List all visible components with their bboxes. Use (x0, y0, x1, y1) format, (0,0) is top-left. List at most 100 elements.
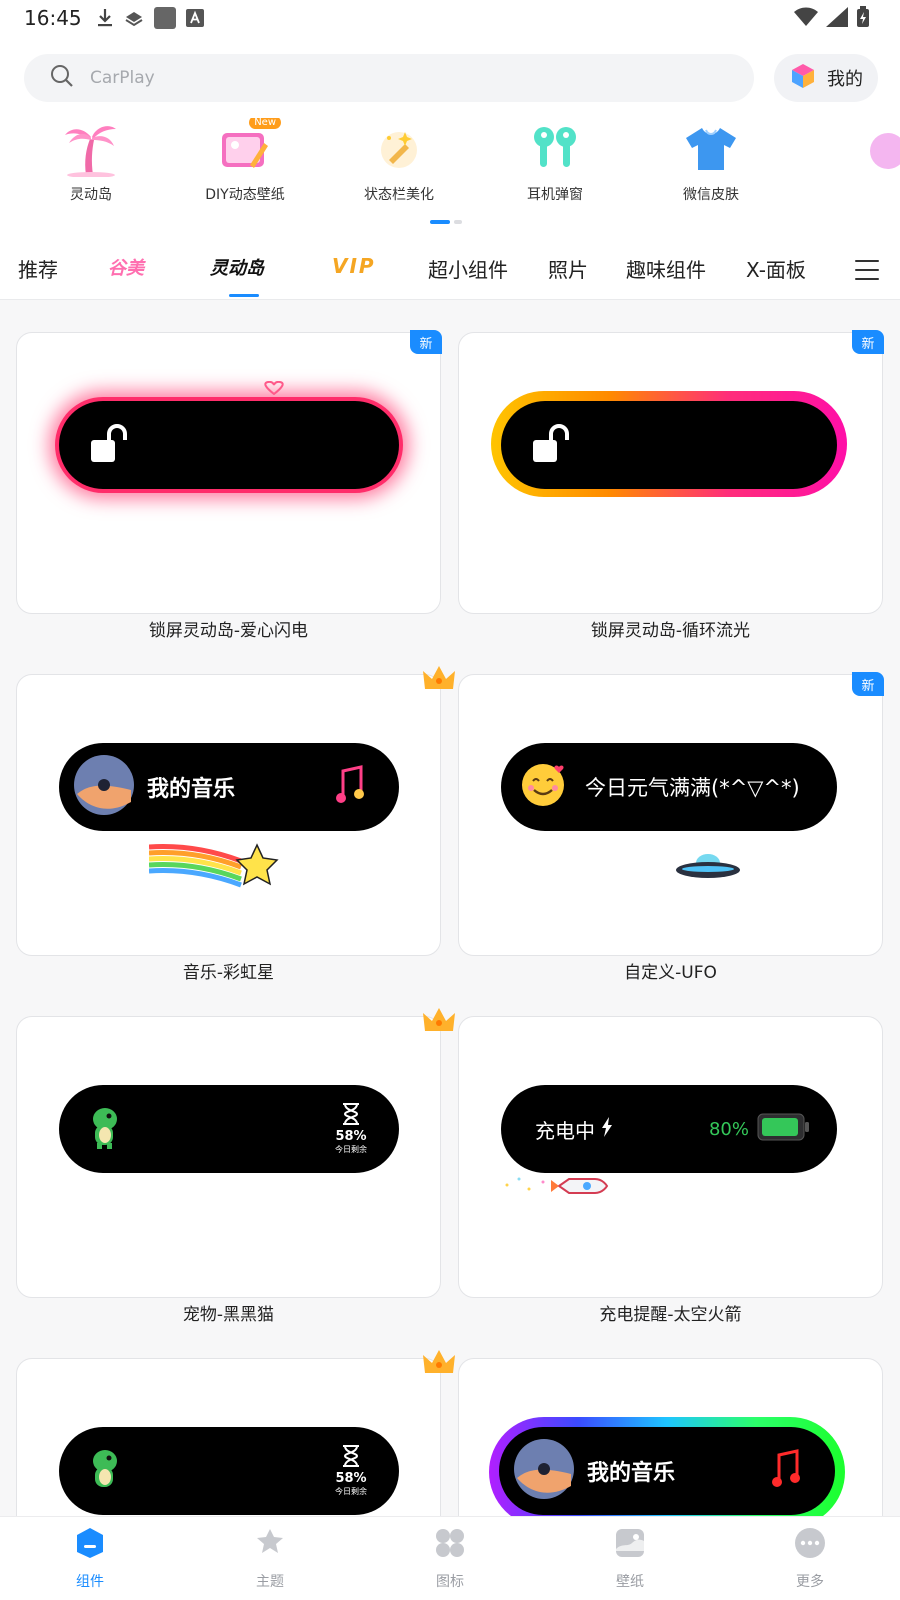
shortcut-wechat-skin[interactable]: 微信皮肤 (636, 118, 786, 204)
icons-grid-icon (434, 1527, 466, 1563)
widget-card[interactable]: 充电中 80% (458, 1016, 883, 1298)
widget-grid: 新 锁屏灵动岛-爱心闪电 新 锁屏灵动岛-循环流光 我的音乐 音乐-彩虹星 新 … (0, 300, 900, 1516)
card-title: 自定义-UFO (624, 963, 717, 983)
island-preview: 58% 今日剩余 (59, 1085, 399, 1173)
tab-recommend[interactable]: 推荐 (18, 254, 58, 283)
photo-edit-icon: New (215, 118, 281, 178)
card-title: 锁屏灵动岛-循环流光 (590, 621, 751, 641)
shortcut-label: 灵动岛 (70, 187, 112, 203)
percent-text: 58% (335, 1471, 367, 1486)
new-badge: 新 (852, 672, 884, 696)
dinosaur-icon (87, 1447, 121, 1495)
card-title: 宠物-黑黑猫 (182, 1305, 275, 1325)
bottom-nav: 组件 主题 图标 壁纸 更多 (0, 1516, 900, 1600)
shortcut-row: 灵动岛 New DIY动态壁纸 状态栏美化 耳机弹窗 微信皮肤 (0, 118, 900, 208)
rocket-icon (505, 1177, 609, 1194)
wifi-icon (794, 7, 818, 32)
widget-card[interactable]: 58% 今日剩余 (16, 1350, 455, 1516)
shortcut-realtime[interactable]: 实时 (800, 118, 900, 204)
widget-card[interactable]: 我的音乐 (16, 666, 455, 956)
island-preview (59, 401, 399, 489)
card-title: 充电提醒-太空火箭 (599, 1305, 742, 1325)
crown-icon (423, 666, 455, 689)
menu-icon[interactable] (855, 260, 879, 280)
palm-tree-icon (61, 118, 121, 178)
nav-more[interactable]: 更多 (750, 1527, 870, 1591)
shortcut-label: DIY动态壁纸 (205, 187, 285, 203)
new-badge: 新 (852, 330, 884, 354)
battery-icon (757, 1113, 811, 1145)
card-title: 音乐-彩虹星 (182, 963, 275, 983)
nav-label: 主题 (256, 1574, 284, 1590)
nav-wallpapers[interactable]: 壁纸 (570, 1527, 690, 1591)
shortcut-dynamic-island[interactable]: 灵动岛 (16, 118, 166, 204)
album-cover-icon (73, 754, 135, 820)
island-preview (501, 401, 837, 489)
shortcut-label: 状态栏美化 (364, 187, 434, 203)
island-preview: 我的音乐 (499, 1427, 835, 1515)
tab-vip[interactable]: VIP (332, 254, 376, 278)
tab-fun-widgets[interactable]: 趣味组件 (626, 254, 706, 283)
lightning-icon (601, 1117, 613, 1141)
unlock-icon (89, 422, 131, 468)
island-preview: 我的音乐 (59, 743, 399, 831)
rainbow-star-icon (149, 843, 279, 888)
download-icon (96, 8, 114, 28)
tab-x-panel[interactable]: X-面板 (746, 254, 806, 283)
music-title: 我的音乐 (147, 777, 236, 802)
battery-charging-icon (856, 6, 870, 33)
pager-dot-active (430, 220, 450, 224)
nav-label: 更多 (796, 1574, 824, 1590)
search-icon (50, 64, 74, 92)
card-title: 锁屏灵动岛-爱心闪电 (148, 621, 309, 641)
shortcut-pager (430, 220, 462, 224)
nav-widgets[interactable]: 组件 (30, 1527, 150, 1591)
tab-gumei[interactable]: 谷美 (108, 254, 144, 280)
widget-card[interactable]: 新 今日元气满满(*^▽^*) (458, 672, 884, 956)
my-button[interactable]: 我的 (774, 54, 878, 102)
app-square-icon (153, 7, 176, 29)
widgets-icon (75, 1527, 105, 1563)
magic-wand-icon (369, 118, 429, 178)
timer-block: 58% 今日剩余 (335, 1103, 367, 1155)
nav-themes[interactable]: 主题 (210, 1527, 330, 1591)
new-badge: 新 (410, 330, 442, 354)
status-bar: 16:45 (0, 0, 900, 36)
new-badge: New (249, 118, 281, 129)
search-bar[interactable]: CarPlay (24, 54, 754, 102)
nav-icons[interactable]: 图标 (390, 1527, 510, 1591)
island-preview: 今日元气满满(*^▽^*) (501, 743, 837, 831)
percent-text: 58% (335, 1129, 367, 1144)
widget-card[interactable]: 58% 今日剩余 (16, 1008, 455, 1298)
category-tabs: 推荐 谷美 灵动岛 VIP 超小组件 照片 趣味组件 X-面板 (0, 244, 900, 300)
shortcut-statusbar-beautify[interactable]: 状态栏美化 (324, 118, 474, 204)
shortcut-label: 微信皮肤 (683, 187, 739, 203)
tab-mini-widgets[interactable]: 超小组件 (428, 254, 508, 283)
music-note-icon (335, 765, 365, 809)
widget-card[interactable]: 新 (16, 330, 442, 614)
tab-dynamic-island[interactable]: 灵动岛 (210, 254, 264, 280)
hourglass-icon (341, 1445, 361, 1471)
my-button-label: 我的 (827, 69, 863, 90)
widget-card[interactable]: 新 (458, 330, 884, 614)
greeting-text: 今日元气满满(*^▽^*) (585, 776, 800, 800)
dinosaur-icon (87, 1105, 121, 1153)
crown-icon (423, 1350, 455, 1373)
timer-block: 58% 今日剩余 (335, 1445, 367, 1497)
signal-icon (826, 7, 848, 32)
nav-label: 组件 (76, 1574, 104, 1590)
tab-photos[interactable]: 照片 (548, 254, 588, 283)
pager-dot (454, 220, 462, 224)
widget-card[interactable]: 我的音乐 (458, 1358, 883, 1516)
album-cover-icon (513, 1438, 575, 1504)
island-preview: 58% 今日剩余 (59, 1427, 399, 1515)
nav-label: 壁纸 (616, 1574, 644, 1590)
shortcut-diy-wallpaper[interactable]: New DIY动态壁纸 (170, 118, 320, 204)
music-note-icon (771, 1449, 801, 1493)
themes-icon (254, 1527, 286, 1563)
layers-icon (124, 9, 144, 27)
tshirt-icon (681, 118, 741, 178)
shortcut-earbuds-popup[interactable]: 耳机弹窗 (480, 118, 630, 204)
hourglass-icon (341, 1103, 361, 1129)
search-placeholder: CarPlay (90, 68, 155, 88)
